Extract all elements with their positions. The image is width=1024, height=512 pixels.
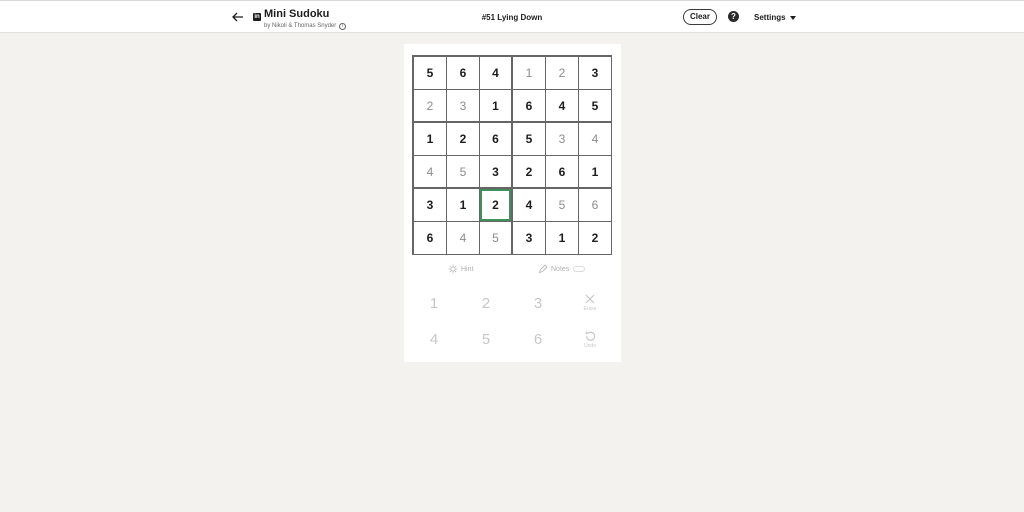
sudoku-cell-r4-c4[interactable]: 2 bbox=[513, 156, 545, 188]
sudoku-cell-r2-c4[interactable]: 6 bbox=[513, 90, 545, 122]
sudoku-cell-r3-c2[interactable]: 2 bbox=[447, 123, 479, 155]
erase-label: Erase bbox=[583, 306, 597, 312]
undo-icon bbox=[585, 330, 595, 341]
caret-down-icon bbox=[789, 15, 796, 20]
hint-label: Hint bbox=[461, 265, 474, 273]
sudoku-cell-r2-c6[interactable]: 5 bbox=[579, 90, 611, 122]
clear-button[interactable]: Clear bbox=[683, 9, 717, 25]
sudoku-cell-r6-c5[interactable]: 1 bbox=[546, 222, 578, 254]
settings-button[interactable]: Settings bbox=[754, 13, 796, 22]
notes-button[interactable]: Notes bbox=[538, 264, 586, 274]
sudoku-cell-r5-c4[interactable]: 4 bbox=[513, 189, 545, 221]
sudoku-cell-r1-c3[interactable]: 4 bbox=[480, 57, 512, 89]
sudoku-cell-r1-c6[interactable]: 3 bbox=[579, 57, 611, 89]
sudoku-cell-r2-c1[interactable]: 2 bbox=[414, 90, 446, 122]
puzzle-title: #51 Lying Down bbox=[481, 13, 543, 22]
sudoku-cell-r4-c6[interactable]: 1 bbox=[579, 156, 611, 188]
sudoku-cell-r1-c1[interactable]: 5 bbox=[414, 57, 446, 89]
pencil-icon bbox=[538, 264, 548, 274]
game-panel: 564123231645126534453261312456645312 Hin… bbox=[404, 44, 621, 362]
sudoku-cell-r3-c3[interactable]: 6 bbox=[480, 123, 512, 155]
settings-label: Settings bbox=[754, 13, 786, 22]
top-bar: in Mini Sudoku by Nikoli & Thomas Snyder… bbox=[0, 0, 1024, 33]
undo-button[interactable]: Undo bbox=[570, 324, 610, 354]
notes-toggle[interactable] bbox=[573, 266, 586, 272]
sudoku-cell-r5-c6[interactable]: 6 bbox=[579, 189, 611, 221]
tool-row: Hint Notes bbox=[404, 264, 621, 278]
erase-button[interactable]: Erase bbox=[570, 288, 610, 318]
info-icon[interactable]: i bbox=[339, 23, 347, 30]
sudoku-cell-r1-c5[interactable]: 2 bbox=[546, 57, 578, 89]
byline: by Nikoli & Thomas Snyder bbox=[264, 23, 337, 29]
sudoku-cell-r6-c2[interactable]: 4 bbox=[447, 222, 479, 254]
sudoku-cell-r6-c4[interactable]: 3 bbox=[513, 222, 545, 254]
notes-label: Notes bbox=[551, 265, 570, 273]
sudoku-cell-r2-c5[interactable]: 4 bbox=[546, 90, 578, 122]
sudoku-cell-r4-c5[interactable]: 6 bbox=[546, 156, 578, 188]
sudoku-cell-r3-c1[interactable]: 1 bbox=[414, 123, 446, 155]
sudoku-cell-r6-c3[interactable]: 5 bbox=[480, 222, 512, 254]
sudoku-cell-r3-c4[interactable]: 5 bbox=[513, 123, 545, 155]
sudoku-cell-r6-c1[interactable]: 6 bbox=[414, 222, 446, 254]
sudoku-cell-r2-c3[interactable]: 1 bbox=[480, 90, 512, 122]
number-key-1[interactable]: 1 bbox=[414, 288, 454, 318]
sudoku-cell-r3-c5[interactable]: 3 bbox=[546, 123, 578, 155]
sudoku-cell-r5-c2[interactable]: 1 bbox=[447, 189, 479, 221]
help-button[interactable]: ? bbox=[728, 11, 739, 22]
undo-label: Undo bbox=[584, 342, 596, 349]
hint-button[interactable]: Hint bbox=[448, 264, 473, 274]
x-icon bbox=[585, 294, 595, 304]
number-key-2[interactable]: 2 bbox=[466, 288, 506, 318]
number-key-4[interactable]: 4 bbox=[414, 324, 454, 354]
sudoku-cell-r6-c6[interactable]: 2 bbox=[579, 222, 611, 254]
sudoku-cell-r5-c1[interactable]: 3 bbox=[414, 189, 446, 221]
sudoku-cell-r4-c2[interactable]: 5 bbox=[447, 156, 479, 188]
lightbulb-icon bbox=[448, 264, 458, 274]
sudoku-cell-r1-c4[interactable]: 1 bbox=[513, 57, 545, 89]
number-key-6[interactable]: 6 bbox=[518, 324, 558, 354]
number-key-5[interactable]: 5 bbox=[466, 324, 506, 354]
sudoku-board: 564123231645126534453261312456645312 bbox=[412, 55, 612, 255]
sudoku-cell-r2-c2[interactable]: 3 bbox=[447, 90, 479, 122]
sudoku-cell-r5-c5[interactable]: 5 bbox=[546, 189, 578, 221]
sudoku-cell-r5-c3[interactable]: 2 bbox=[480, 189, 512, 221]
number-key-3[interactable]: 3 bbox=[518, 288, 558, 318]
sudoku-cell-r4-c3[interactable]: 3 bbox=[480, 156, 512, 188]
sudoku-cell-r4-c1[interactable]: 4 bbox=[414, 156, 446, 188]
sudoku-cell-r1-c2[interactable]: 6 bbox=[447, 57, 479, 89]
sudoku-cell-r3-c6[interactable]: 4 bbox=[579, 123, 611, 155]
